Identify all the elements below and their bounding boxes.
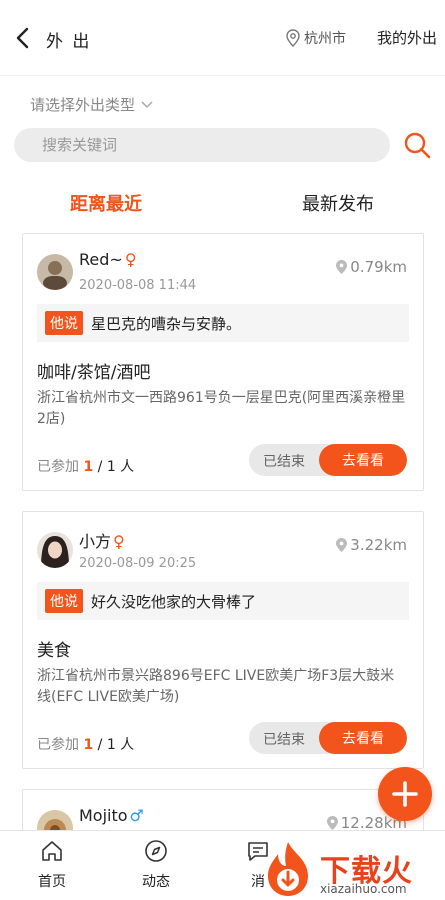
avatar <box>37 532 73 568</box>
post-card[interactable]: 小方 ♀ 2020-08-09 20:25 3.22km 他说 好久没吃他家的大骨… <box>22 511 424 769</box>
joined-number: 1 <box>83 459 94 475</box>
distance-value: 0.79km <box>350 258 407 276</box>
distance: 3.22km <box>336 536 407 554</box>
location-pin-icon <box>336 260 348 274</box>
view-button[interactable]: 去看看 <box>319 722 407 754</box>
user-name: 小方 ♀ <box>79 528 125 552</box>
joined-count: 已参加 1 / 1 人 <box>37 734 134 754</box>
joined-number: 1 <box>83 737 94 753</box>
avatar <box>37 254 73 290</box>
joined-prefix: 已参加 <box>37 737 79 753</box>
flame-logo-icon <box>268 842 308 896</box>
distance-value: 3.22km <box>350 536 407 554</box>
male-icon: ♂ <box>129 806 144 825</box>
quote-text: 星巴克的嘈杂与安静。 <box>91 314 242 333</box>
place-address: 浙江省杭州市文一西路961号负一层星巴克(阿里西溪亲橙里2店) <box>37 390 406 427</box>
status-actions: 已结束 去看看 <box>249 444 407 476</box>
location-pin-icon <box>286 29 300 47</box>
quote-text: 好久没吃他家的大骨棒了 <box>91 592 257 611</box>
user-name: Mojito ♂ <box>79 806 144 825</box>
compass-icon <box>145 840 167 862</box>
chevron-down-icon <box>141 100 153 108</box>
user-name-text: 小方 <box>79 532 112 551</box>
nav-home-label: 首页 <box>38 874 66 890</box>
app-header: 外 出 杭州市 我的外出 <box>0 0 445 76</box>
outing-type-label: 请选择外出类型 <box>30 96 136 114</box>
outing-type-dropdown[interactable]: 请选择外出类型 <box>30 94 153 115</box>
user-name-text: Mojito <box>79 806 128 825</box>
tab-latest[interactable]: 最新发布 <box>302 190 374 216</box>
joined-total: / 1 人 <box>97 459 135 475</box>
city-selector[interactable]: 杭州市 <box>286 28 346 48</box>
quote-bar: 他说 星巴克的嘈杂与安静。 <box>37 304 409 342</box>
place-category: 美食 <box>37 641 71 661</box>
tab-nearest[interactable]: 距离最近 <box>70 190 142 216</box>
quote-bar: 他说 好久没吃他家的大骨棒了 <box>37 582 409 620</box>
place-category: 咖啡/茶馆/酒吧 <box>37 363 151 383</box>
post-card[interactable]: Red~ ♀ 2020-08-08 11:44 0.79km 他说 星巴克的嘈杂与… <box>22 233 424 491</box>
home-icon <box>42 841 62 861</box>
status-actions: 已结束 去看看 <box>249 722 407 754</box>
plus-icon <box>392 781 418 807</box>
add-outing-button[interactable] <box>378 767 432 821</box>
nav-home[interactable]: 首页 <box>22 839 82 891</box>
post-time: 2020-08-08 11:44 <box>79 278 197 293</box>
female-icon: ♀ <box>124 250 137 269</box>
location-pin-icon <box>326 816 338 830</box>
post-time: 2020-08-09 20:25 <box>79 556 197 571</box>
search-input[interactable] <box>14 128 390 162</box>
nav-feed[interactable]: 动态 <box>126 839 186 891</box>
distance: 0.79km <box>336 258 407 276</box>
my-outings-link[interactable]: 我的外出 <box>377 27 437 48</box>
joined-prefix: 已参加 <box>37 459 79 475</box>
ended-status: 已结束 <box>263 732 305 748</box>
search-icon[interactable] <box>402 130 432 160</box>
user-name-text: Red~ <box>79 250 123 269</box>
back-arrow-icon[interactable] <box>12 24 36 52</box>
place-address: 浙江省杭州市景兴路896号EFC LIVE欧美广场F3层大鼓米线(EFC LIV… <box>37 668 395 705</box>
page-title: 外 出 <box>46 32 92 52</box>
location-pin-icon <box>336 538 348 552</box>
nav-feed-label: 动态 <box>142 874 170 890</box>
view-button[interactable]: 去看看 <box>319 444 407 476</box>
city-label: 杭州市 <box>304 31 346 47</box>
joined-total: / 1 人 <box>97 737 135 753</box>
watermark-url: xiazaihuo.com <box>320 882 407 896</box>
joined-count: 已参加 1 / 1 人 <box>37 456 134 476</box>
watermark: 下载火 xiazaihuo.com <box>260 840 445 900</box>
ended-status: 已结束 <box>263 454 305 470</box>
says-tag: 他说 <box>45 311 83 335</box>
user-name: Red~ ♀ <box>79 250 137 269</box>
female-icon: ♀ <box>113 532 125 551</box>
says-tag: 他说 <box>45 589 83 613</box>
